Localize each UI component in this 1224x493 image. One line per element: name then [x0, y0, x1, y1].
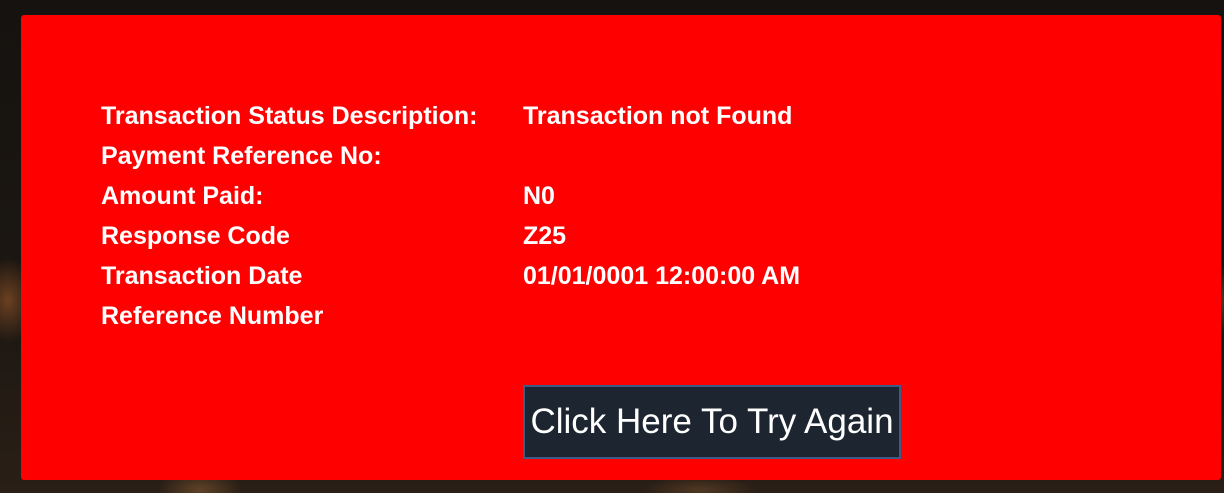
amount-paid-row: Amount Paid: N0	[101, 176, 800, 216]
status-description-label: Transaction Status Description:	[101, 102, 478, 130]
response-code-value: Z25	[523, 222, 567, 250]
payment-reference-value	[523, 136, 800, 176]
transaction-date-label: Transaction Date	[101, 262, 303, 290]
amount-paid-label: Amount Paid:	[101, 182, 264, 210]
transaction-details-table: Transaction Status Description: Transact…	[101, 96, 800, 336]
reference-number-row: Reference Number	[101, 296, 800, 336]
status-description-row: Transaction Status Description: Transact…	[101, 96, 800, 136]
amount-paid-value: N0	[523, 182, 555, 210]
reference-number-value	[523, 296, 800, 336]
payment-reference-label: Payment Reference No:	[101, 142, 382, 170]
transaction-date-value: 01/01/0001 12:00:00 AM	[523, 262, 801, 290]
status-description-value: Transaction not Found	[523, 102, 793, 130]
response-code-label: Response Code	[101, 222, 290, 250]
payment-reference-row: Payment Reference No:	[101, 136, 800, 176]
transaction-result-panel: Transaction Status Description: Transact…	[21, 15, 1221, 480]
try-again-button[interactable]: Click Here To Try Again	[523, 385, 901, 459]
response-code-row: Response Code Z25	[101, 216, 800, 256]
reference-number-label: Reference Number	[101, 302, 324, 330]
transaction-date-row: Transaction Date 01/01/0001 12:00:00 AM	[101, 256, 800, 296]
